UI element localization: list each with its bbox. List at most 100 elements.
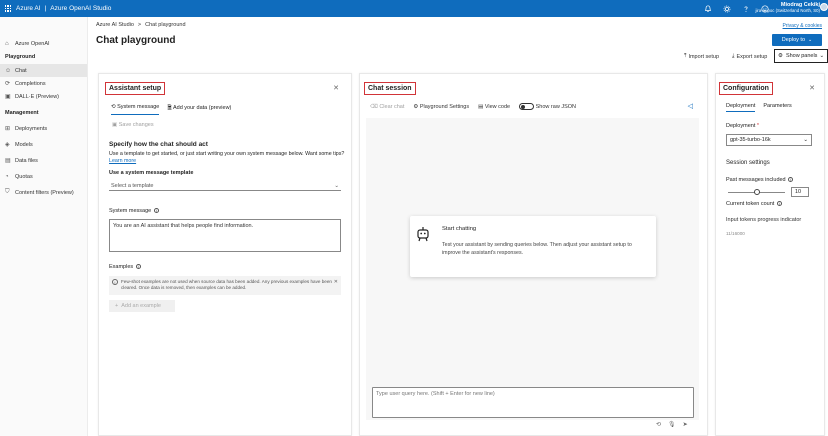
session-settings-heading: Session settings (726, 160, 770, 166)
microphone-icon[interactable]: 🎙 (668, 421, 676, 428)
show-raw-json-toggle[interactable]: Show raw JSON (519, 103, 576, 110)
specify-description: Use a template to get started, or just s… (109, 151, 345, 165)
past-messages-label: Past messages included i (726, 177, 794, 183)
app-launcher-icon[interactable] (0, 0, 16, 17)
avatar[interactable] (820, 3, 828, 11)
speaker-icon[interactable]: ◁ (688, 102, 693, 110)
sidebar-item-dalle[interactable]: ▣ DALL·E (Preview) (0, 90, 87, 103)
export-setup-label: Export setup (736, 53, 768, 60)
examples-label: Examples i (109, 264, 141, 270)
sidebar-item-label: Chat (15, 67, 27, 74)
sidebar-item-label: Quotas (15, 173, 33, 180)
token-count-value: 11/16000 (726, 231, 745, 236)
token-count-label-text: Current token count (726, 201, 775, 207)
sidebar-item-content-filters[interactable]: ⛉ Content filters (Preview) (0, 186, 87, 199)
sidebar-item-label: Data files (15, 157, 38, 164)
show-panels-button[interactable]: ⚙ Show panels ⌄ (774, 49, 828, 63)
examples-label-text: Examples (109, 264, 134, 270)
deployment-select[interactable]: gpt-35-turbo-16k ⌄ (726, 134, 812, 146)
start-chatting-description: Test your assistant by sending queries b… (442, 242, 632, 256)
gear-icon[interactable] (721, 3, 732, 14)
required-mark: * (756, 123, 760, 129)
save-icon: ▣ (112, 122, 119, 128)
sidebar-item-quotas[interactable]: ◔ Quotas (0, 170, 87, 183)
assistant-setup-title: Assistant setup (105, 82, 166, 95)
add-example-button[interactable]: + Add an example (109, 300, 175, 312)
template-select[interactable]: Select a template ⌄ (109, 181, 341, 191)
assistant-setup-panel: Assistant setup ✕ ⟲ System message 🗎 Add… (98, 73, 352, 436)
deployment-select-value: gpt-35-turbo-16k (730, 137, 771, 143)
save-changes-button[interactable]: ▣ Save changes (112, 122, 154, 128)
tab-system-message[interactable]: ⟲ System message (111, 104, 160, 115)
deploy-button[interactable]: Deploy to ⌄ (772, 34, 822, 46)
info-icon: i (112, 279, 118, 285)
brand-studio: Azure OpenAI Studio (50, 5, 112, 12)
sidebar-item-completions[interactable]: ⟳ Completions (0, 77, 87, 90)
deployments-icon: ⊞ (5, 126, 11, 132)
add-example-label: Add an example (121, 303, 161, 309)
close-icon[interactable]: ✕ (333, 84, 339, 92)
breadcrumb-separator: > (137, 22, 142, 28)
sidebar-item-data-files[interactable]: ▤ Data files (0, 154, 87, 167)
info-icon[interactable]: i (788, 177, 794, 183)
chevron-down-icon: ⌄ (819, 53, 825, 59)
plus-icon: + (115, 303, 119, 309)
tab-parameters[interactable]: Parameters (763, 103, 791, 112)
brand[interactable]: Azure AI | Azure OpenAI Studio (16, 5, 111, 12)
past-messages-input[interactable]: 10 (791, 187, 809, 197)
deployment-label-text: Deployment (726, 123, 756, 129)
privacy-link[interactable]: Privacy & cookies (783, 23, 822, 29)
user-info[interactable]: Miodrag Cekikj jira-ai-poc (Switzerland … (756, 2, 820, 14)
completions-icon: ⟳ (5, 81, 11, 87)
info-icon[interactable]: i (776, 201, 782, 207)
save-changes-label: Save changes (118, 122, 154, 128)
close-icon[interactable]: ✕ (809, 84, 815, 92)
sidebar-item-models[interactable]: ◈ Models (0, 138, 87, 151)
chat-input[interactable]: Type user query here. (Shift + Enter for… (372, 387, 694, 418)
view-code-button[interactable]: ▤ View code (478, 104, 510, 110)
close-icon[interactable]: ✕ (334, 279, 338, 285)
filter-icon: ⛉ (5, 189, 10, 195)
tab-deployment[interactable]: Deployment (726, 103, 756, 112)
learn-more-link[interactable]: Learn more (109, 158, 136, 164)
info-icon[interactable]: i (153, 208, 159, 214)
token-progress-label: Input tokens progress indicator (726, 217, 802, 223)
sidebar-item-azure-openai[interactable]: ⌂ Azure OpenAI (0, 37, 87, 50)
chevron-down-icon: ⌄ (334, 182, 339, 189)
toggle-switch[interactable] (519, 103, 535, 110)
clear-chat-button[interactable]: ⌫ Clear chat (370, 104, 404, 110)
refresh-icon[interactable]: ⟲ (656, 421, 661, 428)
breadcrumb: Azure AI Studio > Chat playground (96, 22, 186, 28)
start-chatting-card: Start chatting Test your assistant by se… (410, 216, 656, 277)
bell-icon[interactable] (702, 3, 713, 14)
bot-icon (416, 226, 430, 244)
past-messages-slider-thumb[interactable] (753, 189, 760, 195)
examples-info-box: i Few-shot examples are not used when so… (109, 276, 341, 295)
breadcrumb-root[interactable]: Azure AI Studio (96, 22, 134, 28)
sidebar-item-chat[interactable]: ☺ Chat (0, 64, 87, 77)
view-code-label: View code (484, 103, 511, 110)
show-panels-label: Show panels (785, 53, 818, 59)
chevron-down-icon: ⌄ (803, 137, 808, 143)
tab-add-your-data[interactable]: 🗎 Add your data (preview) (167, 104, 231, 115)
panels-icon: ⚙ (778, 53, 783, 59)
chat-input-placeholder: Type user query here. (Shift + Enter for… (376, 391, 495, 397)
home-icon: ⌂ (5, 40, 9, 47)
export-setup-button[interactable]: ⤓ Export setup (732, 53, 767, 60)
tab-add-your-data-label: Add your data (preview) (172, 105, 232, 111)
sidebar-item-deployments[interactable]: ⊞ Deployments (0, 122, 87, 135)
breadcrumb-current: Chat playground (145, 22, 186, 28)
chat-toolbar: ⌫ Clear chat ⚙ Playground Settings ▤ Vie… (370, 103, 576, 110)
send-icon[interactable]: ➤ (683, 421, 688, 428)
show-raw-json-label: Show raw JSON (535, 103, 576, 110)
code-icon: ▤ (478, 103, 485, 110)
clear-icon: ⌫ (370, 103, 380, 110)
chat-session-title: Chat session (364, 82, 416, 95)
configuration-panel: Configuration ✕ Deployment Parameters De… (715, 73, 825, 436)
playground-settings-button[interactable]: ⚙ Playground Settings (413, 104, 469, 110)
help-icon[interactable] (740, 3, 751, 14)
examples-info-text: Few-shot examples are not used when sour… (121, 279, 332, 290)
import-setup-button[interactable]: ⤒ Import setup (684, 53, 719, 60)
system-message-input[interactable]: You are an AI assistant that helps peopl… (109, 219, 341, 252)
info-icon[interactable]: i (135, 264, 141, 270)
